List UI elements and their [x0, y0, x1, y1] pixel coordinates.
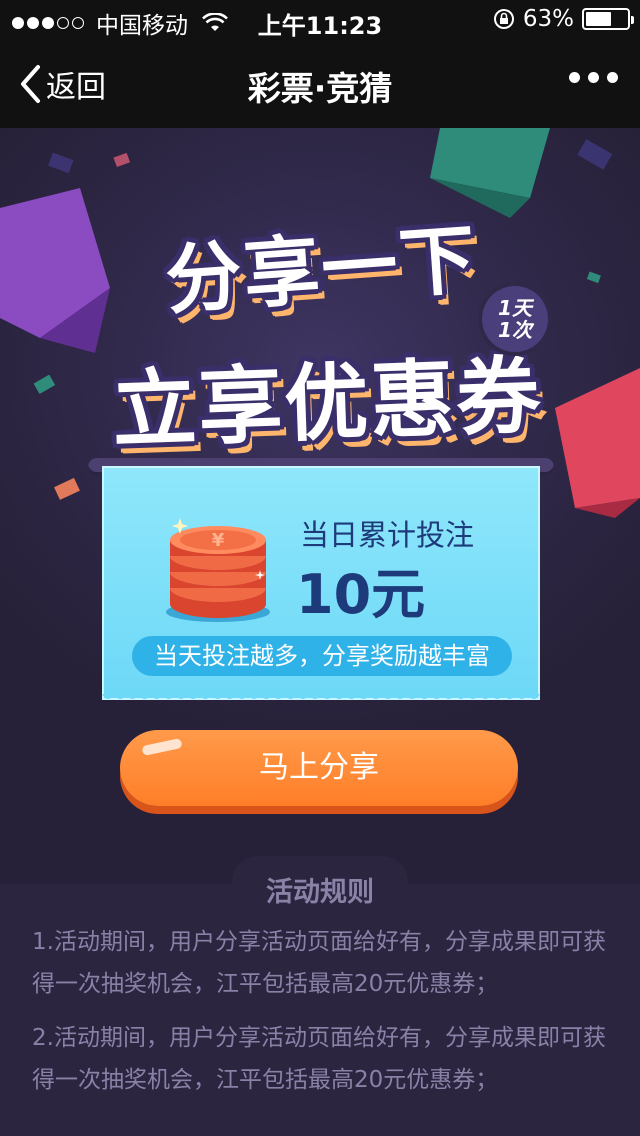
- battery-percent: 63%: [522, 6, 574, 32]
- confetti-decoration: [48, 152, 74, 174]
- more-dot-icon: [588, 72, 599, 83]
- more-options-button[interactable]: [569, 72, 618, 83]
- rule-item: 2.活动期间，用户分享活动页面给好有，分享成果即可获得一次抽奖机会，江平包括最高…: [32, 1025, 606, 1093]
- confetti-decoration: [577, 139, 613, 170]
- rules-title: 活动规则: [266, 877, 374, 908]
- bet-amount: 10元: [296, 563, 426, 626]
- hero-title-line1: 分享一下: [162, 214, 481, 325]
- orientation-lock-icon: [493, 9, 514, 29]
- svg-text:¥: ¥: [212, 530, 225, 551]
- status-bar: 中国移动 上午11:23 63%: [0, 0, 640, 40]
- rule-item: 1.活动期间，用户分享活动页面给好有，分享成果即可获得一次抽奖机会，江平包括最高…: [32, 929, 606, 997]
- share-now-label: 马上分享: [259, 750, 379, 785]
- ticket-scalloped-edge: [102, 694, 540, 699]
- coin-stack-icon: ¥: [166, 518, 270, 622]
- page-title: 彩票·竞猜: [247, 69, 393, 108]
- hero-title: 分享一下 立享优惠券 1天 1次: [0, 188, 640, 488]
- more-dot-icon: [569, 72, 580, 83]
- share-now-button[interactable]: 马上分享: [120, 730, 518, 806]
- navigation-bar: 返回 彩票·竞猜: [0, 40, 640, 128]
- button-shine: [141, 737, 183, 757]
- cumulative-bet-label: 当日累计投注: [300, 518, 475, 552]
- bet-ticket-card: ¥ 当日累计投注 10元 当天投注越多，分享奖励越丰富: [102, 466, 540, 700]
- badge-line1: 1天: [498, 296, 532, 320]
- hero-banner: 分享一下 立享优惠券 1天 1次 ¥ 当日累计投注 10元 当天投注越多，分享奖…: [0, 128, 640, 888]
- status-right: 63%: [493, 6, 634, 32]
- battery-fill: [586, 12, 611, 26]
- daily-limit-badge: 1天 1次: [482, 286, 548, 352]
- confetti-decoration: [113, 152, 131, 168]
- reward-hint-pill: 当天投注越多，分享奖励越丰富: [132, 636, 512, 676]
- badge-line2: 1次: [498, 318, 532, 342]
- battery-icon: [582, 8, 634, 30]
- more-dot-icon: [607, 72, 618, 83]
- hero-title-line2: 立享优惠券: [110, 346, 544, 460]
